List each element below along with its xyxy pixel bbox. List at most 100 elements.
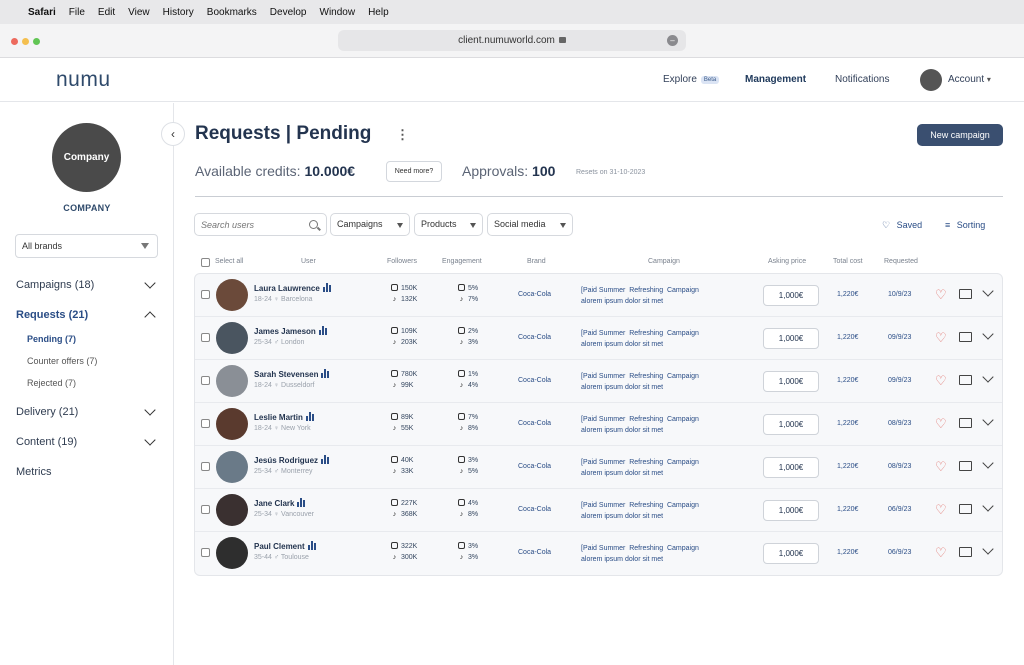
asking-price-field[interactable]: 1,000€ (763, 328, 819, 349)
table-row[interactable]: Sarah Stevensen 18-24 ♀ Dusseldorf 780K … (195, 360, 1002, 403)
table-row[interactable]: Laura Lauwrence 18-24 ♀ Barcelona 150K ♪… (195, 274, 1002, 317)
asking-price-field[interactable]: 1,000€ (763, 543, 819, 564)
chevron-up-icon[interactable] (144, 311, 156, 323)
campaign-cell[interactable]: [Paid Summer Refreshing Campaign alorem i… (581, 543, 746, 565)
nav-account[interactable]: Account ▾ (948, 74, 991, 85)
user-name-cell[interactable]: James Jameson (254, 326, 328, 337)
stop-loading-icon[interactable]: – (667, 35, 678, 46)
campaign-cell[interactable]: [Paid Summer Refreshing Campaign alorem i… (581, 414, 746, 436)
heart-icon[interactable]: ♡ (935, 502, 947, 518)
menu-window[interactable]: Window (320, 7, 356, 18)
table-row[interactable]: Paul Clement 35-44 ♂ Toulouse 322K ♪ 300K… (195, 532, 1002, 575)
user-avatar[interactable] (216, 537, 248, 569)
user-name-cell[interactable]: Paul Clement (254, 541, 317, 552)
social-media-filter-dropdown[interactable]: Social media (487, 213, 573, 236)
chevron-down-icon[interactable] (982, 371, 994, 383)
stats-bars-icon[interactable] (297, 498, 306, 509)
menu-view[interactable]: View (128, 7, 150, 18)
chevron-down-icon[interactable] (144, 404, 156, 416)
menu-file[interactable]: File (69, 7, 85, 18)
sidebar-item-delivery[interactable]: Delivery (21) (16, 406, 78, 418)
campaigns-filter-dropdown[interactable]: Campaigns (330, 213, 410, 236)
comment-icon[interactable] (959, 332, 972, 342)
zoom-window-button[interactable] (33, 38, 40, 45)
user-avatar[interactable] (216, 322, 248, 354)
stats-bars-icon[interactable] (307, 541, 317, 552)
heart-icon[interactable]: ♡ (935, 287, 947, 303)
sidebar-item-campaigns[interactable]: Campaigns (18) (16, 279, 94, 291)
heart-icon[interactable]: ♡ (935, 459, 947, 475)
nav-management[interactable]: Management (745, 74, 806, 85)
address-bar[interactable]: client.numuworld.com – (338, 30, 686, 51)
campaign-cell[interactable]: [Paid Summer Refreshing Campaign alorem i… (581, 328, 746, 350)
comment-icon[interactable] (959, 418, 972, 428)
minimize-window-button[interactable] (22, 38, 29, 45)
chevron-down-icon[interactable] (982, 414, 994, 426)
table-row[interactable]: Leslie Martin 18-24 ♀ New York 89K ♪ 55K … (195, 403, 1002, 446)
need-more-button[interactable]: Need more? (386, 161, 442, 182)
products-filter-dropdown[interactable]: Products (414, 213, 483, 236)
comment-icon[interactable] (959, 289, 972, 299)
menu-help[interactable]: Help (368, 7, 389, 18)
campaign-cell[interactable]: [Paid Summer Refreshing Campaign alorem i… (581, 371, 746, 393)
asking-price-field[interactable]: 1,000€ (763, 414, 819, 435)
sidebar-item-metrics[interactable]: Metrics (16, 466, 51, 478)
row-checkbox[interactable] (201, 333, 210, 342)
campaign-cell[interactable]: [Paid Summer Refreshing Campaign alorem i… (581, 500, 746, 522)
menu-edit[interactable]: Edit (98, 7, 115, 18)
row-checkbox[interactable] (201, 462, 210, 471)
table-row[interactable]: Jane Clark 25-34 ♀ Vancouver 227K ♪ 368K … (195, 489, 1002, 532)
sidebar-item-content[interactable]: Content (19) (16, 436, 77, 448)
user-name-cell[interactable]: Leslie Martin (254, 412, 315, 423)
chevron-down-icon[interactable] (144, 277, 156, 289)
table-row[interactable]: James Jameson 25-34 ♂ London 109K ♪ 203K … (195, 317, 1002, 360)
saved-button[interactable]: ♡ Saved (882, 220, 922, 231)
row-checkbox[interactable] (201, 290, 210, 299)
close-window-button[interactable] (11, 38, 18, 45)
search-users-input[interactable] (194, 213, 327, 236)
chevron-down-icon[interactable] (982, 328, 994, 340)
sidebar-subitem-pending[interactable]: Pending (7) (27, 334, 76, 344)
comment-icon[interactable] (959, 375, 972, 385)
stats-bars-icon[interactable] (318, 326, 328, 337)
menu-history[interactable]: History (163, 7, 194, 18)
chevron-down-icon[interactable] (144, 434, 156, 446)
table-row[interactable]: Jesús Rodriguez 25-34 ♂ Monterrey 40K ♪ 3… (195, 446, 1002, 489)
asking-price-field[interactable]: 1,000€ (763, 371, 819, 392)
row-checkbox[interactable] (201, 419, 210, 428)
menu-bookmarks[interactable]: Bookmarks (207, 7, 257, 18)
chevron-down-icon[interactable] (982, 500, 994, 512)
stats-bars-icon[interactable] (321, 369, 330, 380)
chevron-down-icon[interactable] (982, 457, 994, 469)
user-name-cell[interactable]: Jesús Rodriguez (254, 455, 330, 466)
comment-icon[interactable] (959, 547, 972, 557)
user-avatar[interactable] (216, 408, 248, 440)
sidebar-subitem-counter-offers[interactable]: Counter offers (7) (27, 356, 97, 366)
asking-price-field[interactable]: 1,000€ (763, 285, 819, 306)
user-avatar[interactable] (216, 279, 248, 311)
asking-price-field[interactable]: 1,000€ (763, 457, 819, 478)
user-avatar[interactable] (216, 494, 248, 526)
search-icon[interactable] (309, 220, 318, 229)
brand-select[interactable]: All brands (15, 234, 158, 258)
stats-bars-icon[interactable] (305, 412, 315, 423)
user-avatar[interactable] (216, 451, 248, 483)
user-name-cell[interactable]: Jane Clark (254, 498, 306, 509)
menu-app[interactable]: Safari (28, 7, 56, 18)
chevron-down-icon[interactable] (982, 285, 994, 297)
menu-develop[interactable]: Develop (270, 7, 307, 18)
sidebar-item-requests[interactable]: Requests (21) (16, 309, 88, 321)
select-all-checkbox[interactable] (201, 258, 210, 267)
stats-bars-icon[interactable] (322, 283, 332, 294)
campaign-cell[interactable]: [Paid Summer Refreshing Campaign alorem i… (581, 285, 746, 307)
campaign-cell[interactable]: [Paid Summer Refreshing Campaign alorem i… (581, 457, 746, 479)
user-name-cell[interactable]: Sarah Stevensen (254, 369, 330, 380)
stats-bars-icon[interactable] (321, 455, 330, 466)
heart-icon[interactable]: ♡ (935, 416, 947, 432)
asking-price-field[interactable]: 1,000€ (763, 500, 819, 521)
more-options-icon[interactable]: ⋮ (396, 127, 409, 143)
user-name-cell[interactable]: Laura Lauwrence (254, 283, 332, 294)
new-campaign-button[interactable]: New campaign (917, 124, 1003, 146)
chevron-down-icon[interactable] (982, 543, 994, 555)
row-checkbox[interactable] (201, 505, 210, 514)
